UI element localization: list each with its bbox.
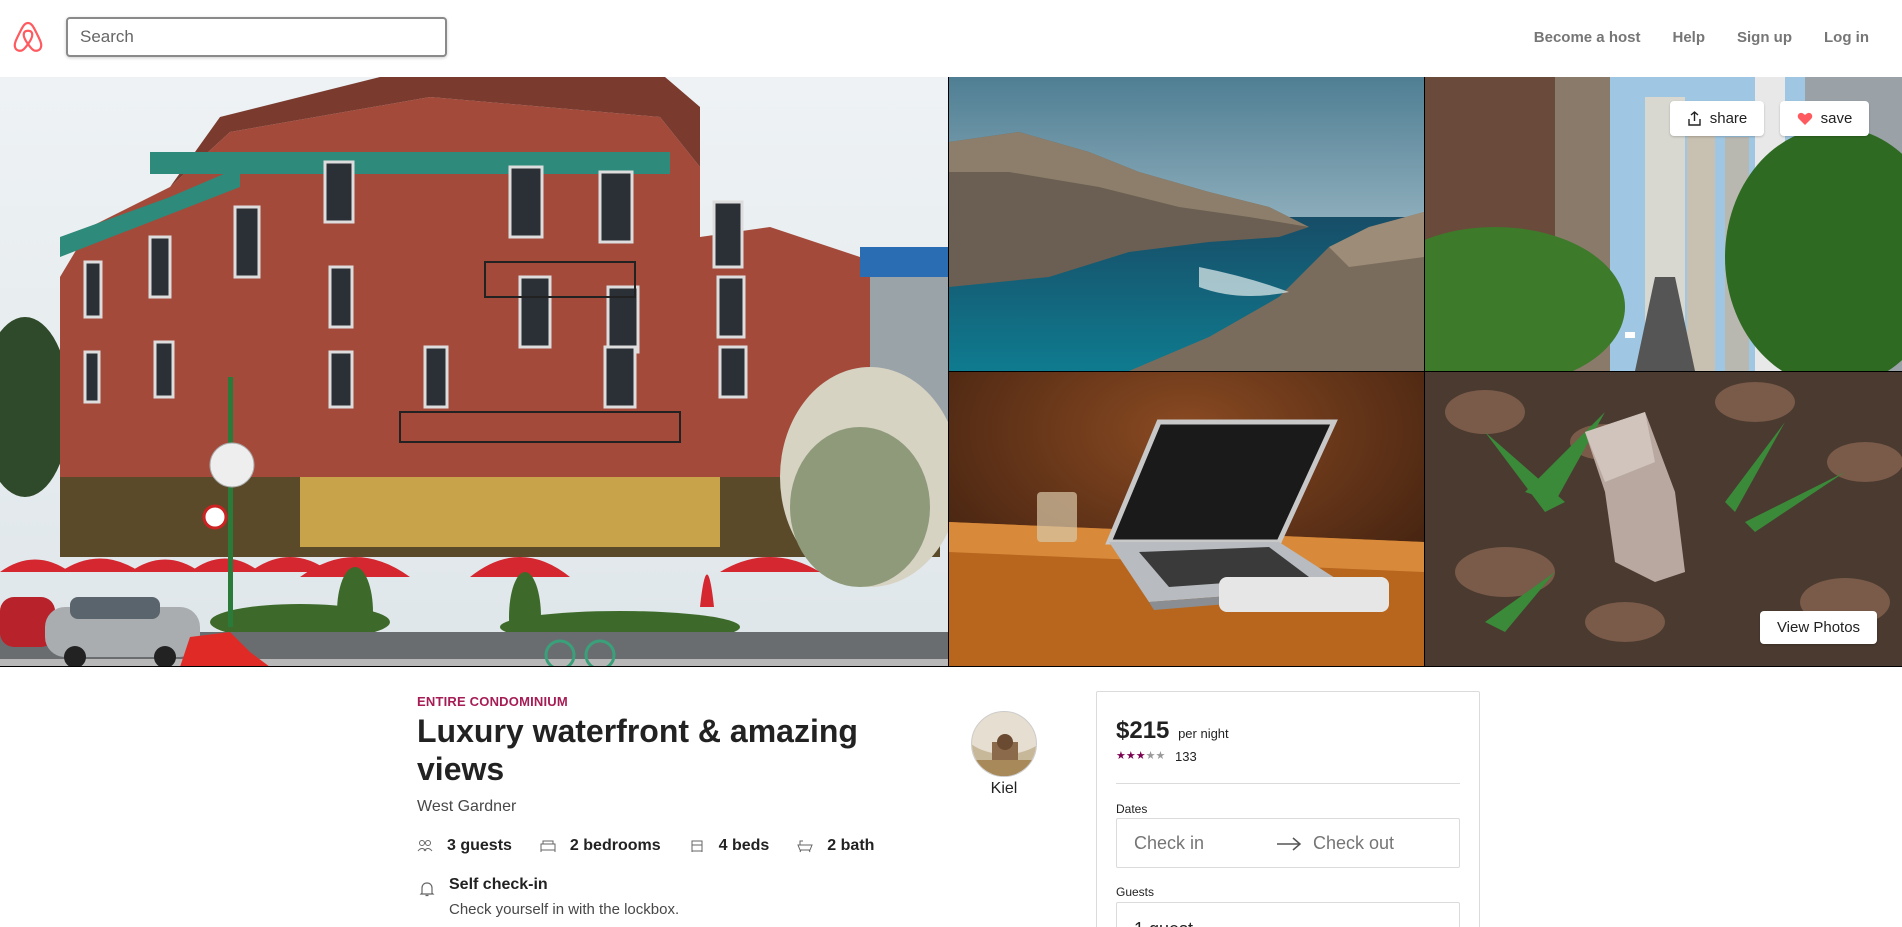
amenity-beds: 4 beds <box>689 837 770 855</box>
star-icon: ★ <box>1145 750 1156 762</box>
top-header: Become a host Help Sign up Log in <box>0 0 1902 78</box>
amenity-guests: 3 guests <box>417 837 512 855</box>
star-icon: ★ <box>1135 750 1146 762</box>
share-button[interactable]: share <box>1670 101 1764 136</box>
host-name: Kiel <box>990 780 1018 797</box>
sea-cliffs-photo[interactable] <box>949 77 1424 371</box>
check-out-field[interactable]: Check out <box>1313 833 1394 854</box>
laptop-photo[interactable] <box>949 372 1424 666</box>
review-count[interactable]: 133 <box>1175 749 1197 764</box>
booking-card: $215 per night ★★★★★ 133 Dates Check in … <box>1096 691 1480 927</box>
dates-label: Dates <box>1116 802 1148 816</box>
amenity-label: 3 guests <box>447 837 512 854</box>
bell-icon <box>419 882 435 897</box>
share-icon <box>1688 111 1701 126</box>
amenity-bedrooms: 2 bedrooms <box>540 837 661 855</box>
checkin-title: Self check-in <box>449 876 548 893</box>
heart-icon <box>1797 112 1812 125</box>
save-button[interactable]: save <box>1780 101 1869 136</box>
bath-icon <box>797 840 814 853</box>
checkin-description: Check yourself in with the lockbox. <box>449 901 680 918</box>
view-photos-button[interactable]: View Photos <box>1760 611 1877 644</box>
view-photos-label: View Photos <box>1776 619 1861 636</box>
listing-location[interactable]: West Gardner <box>417 798 516 816</box>
arrow-right-icon <box>1277 837 1302 851</box>
amenity-label: 2 bath <box>827 837 875 854</box>
avatar[interactable] <box>971 711 1037 777</box>
airbnb-logo-icon[interactable] <box>12 20 44 54</box>
listing-type: ENTIRE CONDOMINIUM <box>417 694 568 709</box>
top-nav: Become a host Help Sign up Log in <box>1502 0 1869 74</box>
guests-value: 1 guest <box>1134 919 1193 927</box>
nav-sign-up[interactable]: Sign up <box>1737 29 1792 46</box>
check-in-field[interactable]: Check in <box>1134 833 1204 854</box>
amenity-label: 2 bedrooms <box>569 837 661 854</box>
guests-select[interactable]: 1 guest <box>1116 902 1460 927</box>
share-label: share <box>1709 110 1748 127</box>
guests-label: Guests <box>1116 885 1155 899</box>
dates-picker: Check in Check out <box>1116 818 1460 868</box>
price-value: $215 <box>1116 717 1170 744</box>
star-icon: ★ <box>1125 750 1136 762</box>
star-icon: ★ <box>1116 750 1126 762</box>
amenity-label: 4 beds <box>718 837 770 854</box>
guests-icon <box>417 840 433 852</box>
listing-title: Luxury waterfront & amazing views <box>417 713 858 787</box>
bed-icon <box>691 840 703 852</box>
nav-log-in[interactable]: Log in <box>1824 29 1869 46</box>
main-photo[interactable] <box>0 77 948 666</box>
nav-become-a-host[interactable]: Become a host <box>1534 29 1641 46</box>
save-label: save <box>1820 110 1853 127</box>
host-profile[interactable]: Kiel <box>971 711 1037 798</box>
price: $215 per night <box>1116 717 1229 745</box>
amenities-row: 3 guests 2 bedrooms 4 beds 2 bath <box>417 837 902 855</box>
divider <box>1116 783 1460 784</box>
search-input[interactable] <box>66 17 447 57</box>
photo-gallery <box>0 77 1902 667</box>
bedroom-icon <box>540 840 556 852</box>
price-unit: per night <box>1178 726 1229 741</box>
amenity-bath: 2 bath <box>797 837 874 855</box>
star-icon: ★ <box>1155 750 1166 762</box>
nav-help[interactable]: Help <box>1672 29 1705 46</box>
rating-stars: ★★★★★ <box>1116 749 1165 762</box>
